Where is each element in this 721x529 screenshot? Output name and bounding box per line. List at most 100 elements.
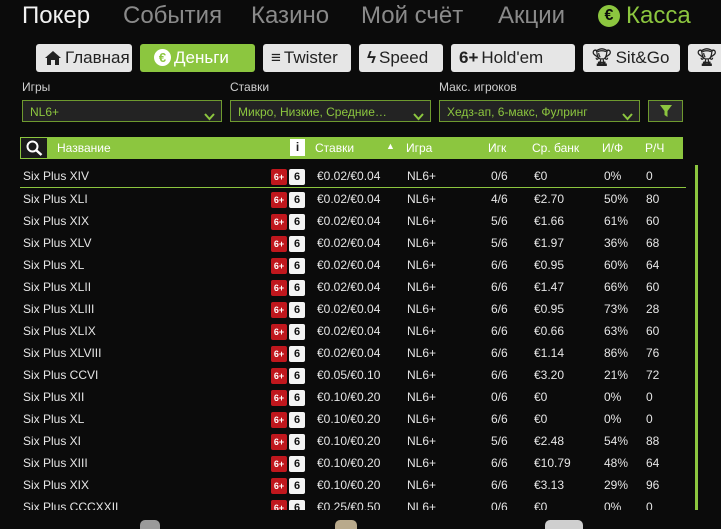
max-seats-badge: 6 <box>289 478 305 494</box>
max-seats-badge: 6 <box>289 390 305 406</box>
col-game[interactable]: Игра <box>406 141 432 155</box>
cell-stakes: €0.10/€0.20 <box>317 390 381 404</box>
max-seats-badge: 6 <box>289 324 305 340</box>
table-row[interactable]: Six Plus XL 6+ 6 €0.10/€0.20 NL6+ 6/6 €0 0% 0 <box>20 408 686 430</box>
cell-hands: 64 <box>646 456 660 470</box>
euro-icon: € <box>154 49 171 66</box>
tab-home[interactable]: Главная <box>36 44 132 72</box>
table-row[interactable]: Six Plus CCVI 6+ 6 €0.05/€0.10 NL6+ 6/6 €3.20 2… <box>20 364 686 386</box>
cell-name: Six Plus XL <box>23 412 85 426</box>
table-row[interactable]: Six Plus XII 6+ 6 €0.10/€0.20 NL6+ 0/6 €0 0% 0 <box>20 386 686 408</box>
col-avg-pot[interactable]: Ср. банк <box>532 141 579 155</box>
cell-hands: 0 <box>646 390 653 404</box>
max-seats-badge: 6 <box>289 368 305 384</box>
table-row[interactable]: Six Plus XLIII 6+ 6 €0.02/€0.04 NL6+ 6/6 €0.95… <box>20 298 686 320</box>
cell-name: Six Plus XIX <box>23 478 90 492</box>
col-stakes[interactable]: Ставки <box>315 141 354 155</box>
nav-events[interactable]: События <box>123 2 222 30</box>
chevron-down-icon <box>413 106 424 121</box>
six-plus-badge: 6+ <box>271 192 287 208</box>
games-filter-label: Игры <box>22 80 51 94</box>
tab-more[interactable]: 🏆︎ <box>688 44 721 72</box>
tab-sitgo-label: Sit&Go <box>615 48 670 67</box>
cell-players: 0/6 <box>491 390 508 404</box>
table-row[interactable]: Six Plus XLV 6+ 6 €0.02/€0.04 NL6+ 5/6 €1.97 36… <box>20 232 686 254</box>
col-hands[interactable]: Р/Ч <box>645 141 664 155</box>
tab-holdem[interactable]: 6+ Hold'em <box>451 44 575 72</box>
table-row[interactable]: Six Plus XLIX 6+ 6 €0.02/€0.04 NL6+ 6/6 €0.66 6… <box>20 320 686 342</box>
cell-avg-pot: €0.66 <box>534 324 565 338</box>
cell-players: 4/6 <box>491 192 508 206</box>
tab-money-label: Деньги <box>174 48 229 67</box>
cell-avg-pot: €3.20 <box>534 368 565 382</box>
max-players-select[interactable]: Хедз-ап, 6-макс, Фулринг <box>439 100 640 122</box>
search-button[interactable] <box>21 138 47 158</box>
cell-name: Six Plus XLV <box>23 236 92 250</box>
games-select-value: NL6+ <box>30 105 60 119</box>
tab-twister[interactable]: ≡ Twister <box>263 44 351 72</box>
info-icon[interactable]: i <box>290 139 305 156</box>
six-plus-icon: 6+ <box>459 48 479 67</box>
max-seats-badge: 6 <box>289 346 305 362</box>
six-plus-badge: 6+ <box>271 500 287 510</box>
cell-game: NL6+ <box>407 346 437 360</box>
col-flop[interactable]: И/Ф <box>602 141 623 155</box>
table-body: Six Plus XIV 6+ 6 €0.02/€0.04 NL6+ 0/6 €0 0% 0 Si… <box>20 165 686 510</box>
table-row[interactable]: Six Plus XIV 6+ 6 €0.02/€0.04 NL6+ 0/6 €0 0% 0 <box>20 165 686 188</box>
max-players-select-value: Хедз-ап, 6-макс, Фулринг <box>447 105 588 119</box>
nav-casino[interactable]: Казино <box>251 2 329 30</box>
cell-game: NL6+ <box>407 280 437 294</box>
cell-hands: 88 <box>646 434 660 448</box>
games-select[interactable]: NL6+ <box>22 100 222 122</box>
table-row[interactable]: Six Plus XI 6+ 6 €0.10/€0.20 NL6+ 5/6 €2.48 54%… <box>20 430 686 452</box>
scrollbar[interactable] <box>695 165 698 510</box>
cell-avg-pot: €0 <box>534 500 548 510</box>
cell-game: NL6+ <box>407 456 437 470</box>
table-row[interactable]: Six Plus XIX 6+ 6 €0.10/€0.20 NL6+ 6/6 €3.13 29… <box>20 474 686 496</box>
cell-hands: 0 <box>646 169 653 183</box>
cell-stakes: €0.05/€0.10 <box>317 368 381 382</box>
cell-avg-pot: €2.70 <box>534 192 565 206</box>
cell-hands: 76 <box>646 346 660 360</box>
table-row[interactable]: Six Plus CCCXXII 6+ 6 €0.25/€0.50 NL6+ 0/6 €0 0… <box>20 496 686 510</box>
cell-stakes: €0.02/€0.04 <box>317 346 381 360</box>
cell-players: 5/6 <box>491 214 508 228</box>
table-row[interactable]: Six Plus XLII 6+ 6 €0.02/€0.04 NL6+ 6/6 €1.47 6… <box>20 276 686 298</box>
tab-sitgo[interactable]: 🏆︎ Sit&Go <box>583 44 680 72</box>
cell-players: 6/6 <box>491 456 508 470</box>
six-plus-badge: 6+ <box>271 346 287 362</box>
table-row[interactable]: Six Plus XLVIII 6+ 6 €0.02/€0.04 NL6+ 6/6 €1.1… <box>20 342 686 364</box>
col-players[interactable]: Игк <box>488 141 506 155</box>
nav-my-account[interactable]: Мой счёт <box>361 2 463 30</box>
stakes-select[interactable]: Микро, Низкие, Средние… <box>230 100 431 122</box>
search-icon <box>26 140 43 159</box>
cell-game: NL6+ <box>407 192 437 206</box>
cell-name: Six Plus XIV <box>23 169 90 183</box>
thumbnail-1 <box>140 520 160 529</box>
six-plus-badge: 6+ <box>271 214 287 230</box>
nav-poker[interactable]: Покер <box>22 2 90 30</box>
nav-cashier[interactable]: € Касса <box>598 2 691 30</box>
cell-avg-pot: €0 <box>534 390 548 404</box>
cell-flop: 48% <box>604 456 629 470</box>
table-row[interactable]: Six Plus XLI 6+ 6 €0.02/€0.04 NL6+ 4/6 €2.70 50… <box>20 188 686 210</box>
cell-stakes: €0.02/€0.04 <box>317 324 381 338</box>
table-row[interactable]: Six Plus XIX 6+ 6 €0.02/€0.04 NL6+ 5/6 €1.66 61… <box>20 210 686 232</box>
cell-game: NL6+ <box>407 434 437 448</box>
six-plus-badge: 6+ <box>271 390 287 406</box>
table-header: Название i Ставки ▲ Игра Игк Ср. банк И/… <box>20 137 683 159</box>
cell-stakes: €0.10/€0.20 <box>317 456 381 470</box>
table-row[interactable]: Six Plus XIII 6+ 6 €0.10/€0.20 NL6+ 6/6 €10.79… <box>20 452 686 474</box>
tab-speed[interactable]: ϟ Speed <box>359 44 443 72</box>
cell-players: 6/6 <box>491 258 508 272</box>
max-seats-badge: 6 <box>289 236 305 252</box>
funnel-icon <box>659 104 673 123</box>
filter-button[interactable] <box>648 100 683 122</box>
cell-name: Six Plus XLIII <box>23 302 95 316</box>
nav-promotions[interactable]: Акции <box>498 2 565 30</box>
max-seats-badge: 6 <box>289 500 305 510</box>
tab-money[interactable]: € Деньги <box>140 44 255 72</box>
col-name[interactable]: Название <box>57 141 111 155</box>
cell-players: 0/6 <box>491 169 508 183</box>
table-row[interactable]: Six Plus XL 6+ 6 €0.02/€0.04 NL6+ 6/6 €0.95 60%… <box>20 254 686 276</box>
